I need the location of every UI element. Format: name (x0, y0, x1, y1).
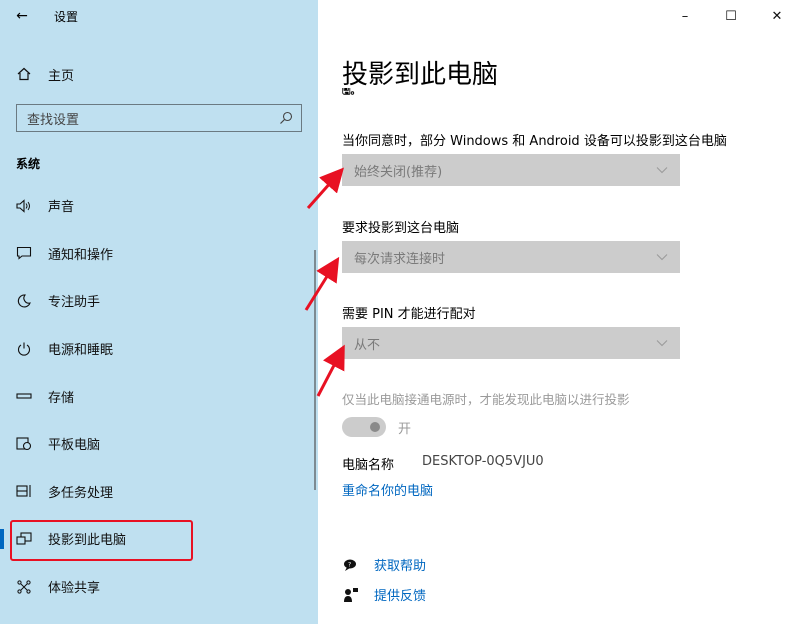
annotation-highlight-box (10, 520, 193, 561)
toggle-label: 开 (398, 422, 412, 437)
section-title: 系统 (16, 157, 41, 171)
sidebar-item-label: 体验共享 (48, 581, 101, 597)
power-hint: 仅当此电脑接通电源时，才能发现此电脑以进行投影 (342, 392, 630, 407)
minimize-icon: – (681, 8, 689, 24)
tablet-icon (0, 437, 48, 451)
maximize-icon: ☐ (725, 8, 737, 24)
volume-icon (0, 199, 48, 213)
sidebar-item-label: 声音 (48, 200, 75, 216)
page-title: 投影到此电脑 (342, 60, 499, 90)
chevron-down-icon (656, 167, 668, 174)
sidebar-item-label: 电源和睡眠 (48, 343, 114, 359)
dropdown-value: 始终关闭(推荐) (354, 164, 443, 180)
search-placeholder: 查找设置 (27, 112, 80, 128)
sidebar-item-tablet[interactable]: 平板电脑 (0, 420, 318, 468)
power-toggle[interactable] (342, 417, 386, 437)
setting1-label: 当你同意时，部分 Windows 和 Android 设备可以投影到这台电脑 (342, 134, 727, 149)
close-button[interactable]: ✕ (754, 0, 800, 32)
active-indicator (0, 529, 4, 550)
sidebar-item-sound[interactable]: 声音 (0, 182, 318, 230)
toggle-knob (370, 422, 380, 432)
give-feedback-link: 提供反馈 (374, 589, 427, 604)
title-bar: ← 设置 (0, 0, 318, 32)
chevron-down-icon (656, 254, 668, 261)
back-button[interactable]: ← (0, 0, 44, 32)
availability-dropdown[interactable]: 始终关闭(推荐) (342, 154, 680, 186)
sidebar-item-label: 多任务处理 (48, 485, 114, 501)
sidebar-item-label: 通知和操作 (48, 247, 114, 263)
sidebar-item-shared-experiences[interactable]: 体验共享 (0, 563, 318, 611)
minimize-button[interactable]: – (662, 0, 708, 32)
feedback-row[interactable]: 提供反馈 (342, 585, 426, 604)
help-chat-icon: ? (342, 556, 360, 574)
sidebar-item-label: 存储 (48, 390, 75, 406)
storage-icon (0, 391, 48, 401)
setting3-label: 需要 PIN 才能进行配对 (342, 307, 476, 322)
sidebar-item-label: 专注助手 (48, 295, 101, 311)
main-content: – ☐ ✕ 投影到此电脑 🖫。 当你同意时，部分 Windows 和 Andro… (318, 0, 800, 624)
require-pin-dropdown[interactable]: 从不 (342, 327, 680, 359)
pc-name-value: DESKTOP-0Q5VJU0 (422, 454, 544, 469)
sidebar-item-storage[interactable]: 存储 (0, 372, 318, 420)
app-title: 设置 (54, 9, 79, 24)
sidebar-item-power-sleep[interactable]: 电源和睡眠 (0, 325, 318, 373)
back-arrow-icon: ← (16, 8, 28, 24)
dropdown-value: 从不 (354, 337, 381, 353)
home-label: 主页 (48, 68, 75, 84)
feedback-icon (342, 586, 360, 604)
chevron-down-icon (656, 340, 668, 347)
sidebar-item-multitasking[interactable]: 多任务处理 (0, 468, 318, 516)
sidebar-item-notifications[interactable]: 通知和操作 (0, 230, 318, 278)
rename-pc-link[interactable]: 重命名你的电脑 (342, 480, 433, 499)
pc-name-label: 电脑名称 (342, 458, 395, 473)
sidebar-scrollbar[interactable] (314, 250, 316, 490)
close-icon: ✕ (771, 8, 783, 24)
clipped-description: 🖫。 (342, 88, 361, 96)
notification-icon (0, 246, 48, 261)
moon-icon (0, 294, 48, 308)
maximize-button[interactable]: ☐ (708, 0, 754, 32)
search-input[interactable]: 查找设置 (16, 104, 302, 132)
window-controls: – ☐ ✕ (662, 0, 800, 32)
sidebar-item-focus-assist[interactable]: 专注助手 (0, 277, 318, 325)
get-help-row[interactable]: ? 获取帮助 (342, 555, 426, 574)
home-icon (0, 67, 48, 81)
svg-text:?: ? (348, 561, 351, 568)
dropdown-value: 每次请求连接时 (354, 251, 446, 267)
sidebar-item-home[interactable]: 主页 (0, 54, 318, 94)
ask-to-project-dropdown[interactable]: 每次请求连接时 (342, 241, 680, 273)
power-icon (0, 342, 48, 356)
multitask-icon (0, 484, 48, 498)
setting2-label: 要求投影到这台电脑 (342, 221, 460, 236)
sidebar: ← 设置 主页 查找设置 系统 声音 通知和操作 专注助手 电源和睡眠 存储 平… (0, 0, 318, 624)
share-icon (0, 579, 48, 594)
get-help-link: 获取帮助 (374, 559, 427, 574)
sidebar-item-label: 平板电脑 (48, 438, 101, 454)
search-icon (279, 111, 293, 125)
